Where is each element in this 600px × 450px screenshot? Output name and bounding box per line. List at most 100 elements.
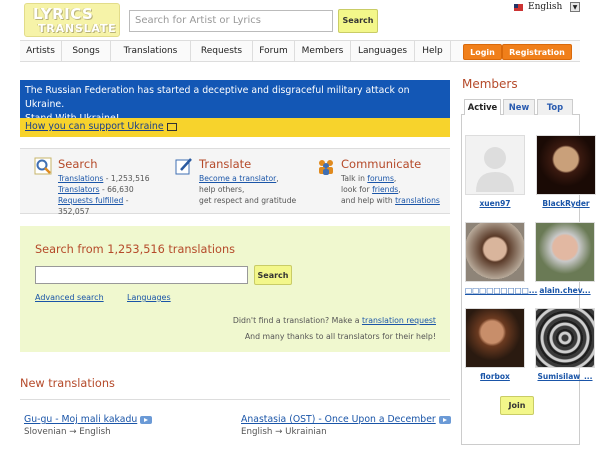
logo-line1: LYRICS [33, 5, 94, 23]
note1-text: Didn't find a translation? Make a [232, 316, 362, 325]
communicate-comma1: , [393, 174, 397, 183]
default-avatar-icon [476, 147, 514, 192]
translation-request-link[interactable]: translation request [362, 316, 436, 325]
nav-songs[interactable]: Songs [62, 41, 111, 62]
site-logo[interactable]: LYRICS TRANSLATE [24, 3, 120, 37]
list-item: Anastasia (OST) - Once Upon a December E… [241, 414, 451, 437]
header-search-input[interactable]: Search for Artist or Lyrics [129, 10, 333, 32]
translate-line3: get respect and gratitude [199, 196, 297, 205]
languages-link[interactable]: Languages [127, 293, 171, 302]
thanks-note: And many thanks to all translators for t… [244, 332, 436, 341]
video-icon[interactable] [438, 415, 451, 424]
members-tabs: Active New Top [461, 97, 580, 116]
communicate-comma2: , [398, 185, 401, 194]
nav-requests[interactable]: Requests [191, 41, 253, 62]
people-icon [319, 160, 333, 175]
become-translator-link[interactable]: Become a translator [199, 174, 276, 183]
language-pair: English → Ukrainian [241, 427, 327, 437]
member-name[interactable]: alain.chev... [535, 286, 595, 295]
logo-line2: TRANSLATE [38, 22, 117, 35]
tab-active[interactable]: Active [464, 99, 501, 116]
features-panel: Search Translations - 1,253,516 Translat… [20, 148, 450, 217]
requests-count: 352,057 [58, 207, 90, 216]
nav-help[interactable]: Help [415, 41, 451, 62]
help-translations-link[interactable]: translations [395, 196, 440, 205]
language-pair: Slovenian → English [24, 427, 111, 437]
advanced-search-link[interactable]: Advanced search [35, 293, 104, 302]
language-label: English [528, 2, 563, 12]
translators-link[interactable]: Translators [58, 185, 100, 194]
song-link[interactable]: Gu-gu - Moj mali kakadu [24, 414, 137, 425]
avatar[interactable] [465, 135, 525, 195]
nav-translations[interactable]: Translations [111, 41, 191, 62]
video-icon[interactable] [140, 415, 153, 424]
feature-communicate-title: Communicate [341, 157, 422, 171]
search-block-button[interactable]: Search [254, 265, 292, 285]
feature-communicate-desc: Talk in forums, look for friends, and he… [341, 173, 440, 206]
member-name[interactable]: Sumisilaw_... [535, 372, 595, 381]
search-block-input[interactable] [35, 266, 248, 284]
requests-count-dash: - [123, 196, 129, 205]
tab-new[interactable]: New [503, 99, 535, 115]
magnifier-icon [34, 157, 52, 175]
member-name[interactable]: florbox [465, 372, 525, 381]
header-search-button[interactable]: Search [338, 9, 378, 33]
nav-members[interactable]: Members [295, 41, 351, 62]
registration-button[interactable]: Registration [502, 44, 572, 60]
pencil-icon [175, 158, 192, 175]
member-name[interactable]: xuen97 [465, 199, 525, 208]
member-name[interactable]: BlackRyder [535, 199, 597, 208]
external-link-icon [166, 122, 177, 131]
talk-in-text: Talk in [341, 174, 368, 183]
nav-languages[interactable]: Languages [351, 41, 415, 62]
feature-translate-title: Translate [199, 157, 252, 171]
avatar[interactable] [465, 222, 525, 282]
member-card[interactable]: alain.chev... [535, 222, 595, 295]
dropdown-arrow-icon[interactable]: ▼ [570, 2, 580, 12]
search-block: Search from 1,253,516 translations Searc… [20, 226, 450, 352]
support-ukraine-bar: How you can support Ukraine [20, 118, 450, 137]
banner-text-line1: The Russian Federation has started a dec… [25, 85, 410, 110]
list-item: Gu-gu - Moj mali kakadu Slovenian → Engl… [24, 414, 153, 437]
tab-top[interactable]: Top [537, 99, 573, 115]
member-card[interactable]: florbox [465, 308, 525, 381]
translation-request-note: Didn't find a translation? Make a transl… [233, 316, 436, 325]
friends-link[interactable]: friends [372, 185, 398, 194]
language-selector[interactable]: English ▼ [514, 2, 582, 14]
feature-translate-desc: Become a translator, help others, get re… [199, 173, 296, 206]
members-title: Members [462, 77, 518, 91]
feature-search-title: Search [58, 157, 98, 171]
main-nav: Artists Songs Translations Requests Foru… [20, 40, 580, 62]
translations-link[interactable]: Translations [58, 174, 103, 183]
song-link[interactable]: Anastasia (OST) - Once Upon a December [241, 414, 436, 425]
avatar[interactable] [536, 135, 596, 195]
nav-forum[interactable]: Forum [253, 41, 295, 62]
ukraine-banner: The Russian Federation has started a dec… [20, 80, 450, 124]
member-card[interactable]: □□□□□□□□□... [465, 222, 537, 295]
translators-count: - 66,630 [99, 185, 134, 194]
member-card[interactable]: xuen97 [465, 135, 525, 208]
search-block-title: Search from 1,253,516 translations [35, 243, 235, 256]
join-button[interactable]: Join [500, 396, 534, 415]
avatar[interactable] [535, 308, 595, 368]
forums-link[interactable]: forums [367, 174, 394, 183]
member-name[interactable]: □□□□□□□□□... [465, 286, 537, 295]
look-for-text: look for [341, 185, 373, 194]
translate-line2: help others, [199, 185, 245, 194]
translations-count: - 1,253,516 [103, 174, 150, 183]
feature-search-desc: Translations - 1,253,516 Translators - 6… [58, 173, 150, 217]
members-panel: xuen97 BlackRyder □□□□□□□□□... alain.che… [461, 115, 596, 445]
new-translations-title: New translations [20, 377, 115, 390]
avatar[interactable] [535, 222, 595, 282]
nav-artists[interactable]: Artists [20, 41, 62, 62]
member-card[interactable]: Sumisilaw_... [535, 308, 595, 381]
flag-icon [514, 4, 523, 11]
login-button[interactable]: Login [463, 44, 502, 60]
support-ukraine-link[interactable]: How you can support Ukraine [25, 121, 164, 132]
divider [20, 399, 450, 400]
member-card[interactable]: BlackRyder [535, 135, 597, 208]
avatar[interactable] [465, 308, 525, 368]
translate-comma: , [276, 174, 279, 183]
help-with-text: and help with [341, 196, 396, 205]
requests-fulfilled-link[interactable]: Requests fulfilled [58, 196, 123, 205]
